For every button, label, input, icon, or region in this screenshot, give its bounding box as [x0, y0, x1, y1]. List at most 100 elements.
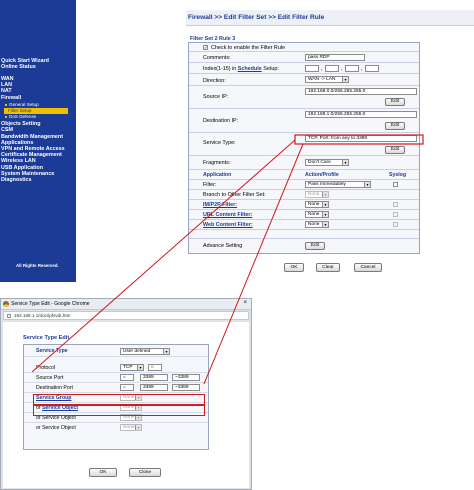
source-port-to-value: 3389: [177, 375, 189, 380]
main-content: Firewall >> Edit Filter Set >> Edit Filt…: [76, 0, 474, 282]
advance-edit-button[interactable]: Edit: [305, 242, 325, 250]
service-type-row: Service Type User defined ▾: [24, 345, 208, 357]
source-port-operator: =: [123, 375, 126, 380]
im-p2p-select[interactable]: None ▾: [305, 201, 329, 208]
web-filter-row: Web Content Filter: None ▾: [189, 220, 419, 230]
chevron-down-icon: ▾: [322, 192, 328, 197]
filter-syslog-checkbox[interactable]: [393, 182, 398, 187]
fragments-select[interactable]: Don't Care ▾: [305, 159, 349, 166]
filter-label: Filter:: [203, 182, 217, 188]
destination-port-row: Destination Port = 3389 ~3389: [24, 383, 208, 393]
chevron-down-icon: ▾: [322, 212, 328, 217]
fragments-value: Don't Care: [308, 160, 331, 165]
destination-ip-row: Destination IP: 192.168.1.0/255.255.255.…: [189, 109, 419, 133]
source-ip-label: Source IP:: [203, 94, 229, 100]
service-object-row-3: or Service Object None ▾: [24, 423, 208, 433]
service-object-label: or Service Object: [36, 425, 76, 431]
chrome-icon: [3, 301, 9, 307]
popup-close-button[interactable]: Close: [129, 468, 161, 477]
schedule-row: Index(1-15) in Schedule Setup: , , ,: [189, 63, 419, 74]
im-p2p-filter-link[interactable]: IM/P2P Filter:: [203, 202, 237, 208]
service-type-select[interactable]: User defined ▾: [120, 348, 170, 355]
direction-label: Direction:: [203, 78, 226, 84]
chevron-down-icon: ▾: [342, 160, 348, 165]
service-object-text: Service Object: [42, 425, 76, 431]
setup-label: Setup:: [263, 66, 279, 72]
schedule-index-1[interactable]: [305, 65, 319, 72]
service-object-select-3[interactable]: None ▾: [120, 424, 142, 431]
web-filter-value: None: [308, 222, 320, 227]
url-content-filter-link[interactable]: URL Content Filter:: [203, 212, 252, 218]
filter-rule-form: ✓ Check to enable the Filter Rule Commen…: [188, 42, 420, 254]
url-filter-syslog-checkbox[interactable]: [393, 212, 398, 217]
source-port-to-input[interactable]: ~3389: [172, 374, 200, 381]
destination-ip-input[interactable]: 192.168.1.0/255.255.255.0: [305, 111, 417, 118]
clear-button[interactable]: Clear: [316, 263, 340, 272]
popup-address-bar[interactable]: 192.168.1.1/doc/ipfsvdt.htm: [3, 311, 249, 320]
protocol-row: Protocol TCP ▾ 6: [24, 363, 208, 373]
popup-titlebar[interactable]: Service Type Edit - Google Chrome ×: [1, 299, 251, 310]
or-label: or: [36, 425, 41, 431]
web-filter-syslog-checkbox[interactable]: [393, 222, 398, 227]
source-port-label: Source Port: [36, 375, 64, 381]
destination-port-to-value: 3389: [177, 385, 189, 390]
schedule-index-4[interactable]: [365, 65, 379, 72]
ok-button[interactable]: OK: [284, 263, 304, 272]
sidebar-item-nat[interactable]: NAT: [1, 88, 12, 94]
col-application: Application: [203, 172, 232, 178]
page-icon: [7, 314, 11, 318]
source-port-operator-select[interactable]: =: [120, 374, 134, 381]
service-type-row: Service Type: TCP, Port: from any to 338…: [189, 133, 419, 156]
url-filter-select[interactable]: None ▾: [305, 211, 329, 218]
destination-ip-edit-button[interactable]: Edit: [385, 122, 405, 130]
service-type-title: Service Type Edit: [23, 335, 70, 341]
sidebar-item-csm[interactable]: CSM: [1, 127, 13, 133]
close-icon[interactable]: ×: [243, 300, 247, 306]
cancel-button[interactable]: Cancel: [354, 263, 382, 272]
sidebar-subitem-label: General Setup: [9, 102, 39, 107]
destination-port-from-input[interactable]: 3389: [140, 384, 168, 391]
popup-ok-button[interactable]: OK: [89, 468, 117, 477]
web-content-filter-link[interactable]: Web Content Filter:: [203, 222, 253, 228]
service-object-value: None: [123, 425, 135, 430]
service-type-edit-button[interactable]: Edit: [385, 146, 405, 154]
direction-select[interactable]: WAN -> LAN ▾: [305, 76, 349, 83]
schedule-link[interactable]: Schedule: [238, 66, 262, 72]
bullet-icon: [4, 109, 6, 112]
filter-select[interactable]: Pass Immediately ▾: [305, 181, 371, 188]
sidebar-item-diagnostics[interactable]: Diagnostics: [1, 177, 32, 183]
protocol-select[interactable]: TCP ▾: [120, 364, 144, 371]
protocol-value: TCP: [123, 365, 133, 370]
bullet-icon: [5, 115, 7, 118]
destination-port-to-input[interactable]: ~3389: [172, 384, 200, 391]
sidebar-item-online-status[interactable]: Online Status: [1, 64, 36, 70]
source-ip-row: Source IP: 192.168.0.0/255.255.255.0 Edi…: [189, 86, 419, 109]
schedule-sep: ,: [321, 66, 323, 72]
branch-row: Branch to Other Filter Set: None ▾: [189, 190, 419, 200]
service-type-input[interactable]: TCP, Port: from any to 3389: [305, 135, 417, 142]
sidebar-subitem-dos-defense[interactable]: DoS Defense: [5, 114, 36, 120]
application-header-row: Application Action/Profile Syslog: [189, 170, 419, 180]
fragments-row: Fragments: Don't Care ▾: [189, 156, 419, 170]
im-p2p-syslog-checkbox[interactable]: [393, 202, 398, 207]
advance-setting-label: Advance Setting: [203, 243, 243, 249]
comments-input[interactable]: pass RDP: [305, 54, 365, 61]
schedule-index-2[interactable]: [325, 65, 339, 72]
service-type-value: User defined: [123, 349, 151, 354]
source-ip-input[interactable]: 192.168.0.0/255.255.255.0: [305, 88, 417, 95]
sidebar-item-firewall[interactable]: Firewall: [1, 95, 21, 101]
protocol-number-input[interactable]: 6: [148, 364, 162, 371]
schedule-index-3[interactable]: [345, 65, 359, 72]
popup-body: Service Type Edit Service Type User defi…: [3, 322, 249, 488]
branch-value: None: [308, 192, 320, 197]
enable-checkbox[interactable]: ✓: [203, 45, 208, 50]
sidebar-item-wireless-lan[interactable]: Wireless LAN: [1, 158, 36, 164]
source-port-from-input[interactable]: 3389: [140, 374, 168, 381]
source-ip-edit-button[interactable]: Edit: [385, 98, 405, 106]
destination-port-operator-select[interactable]: =: [120, 384, 134, 391]
service-type-label: Service Type:: [203, 140, 236, 146]
web-filter-select[interactable]: None ▾: [305, 221, 329, 228]
comments-row: Comments: pass RDP: [189, 52, 419, 63]
branch-select[interactable]: None ▾: [305, 191, 329, 198]
branch-label: Branch to Other Filter Set:: [203, 192, 266, 198]
